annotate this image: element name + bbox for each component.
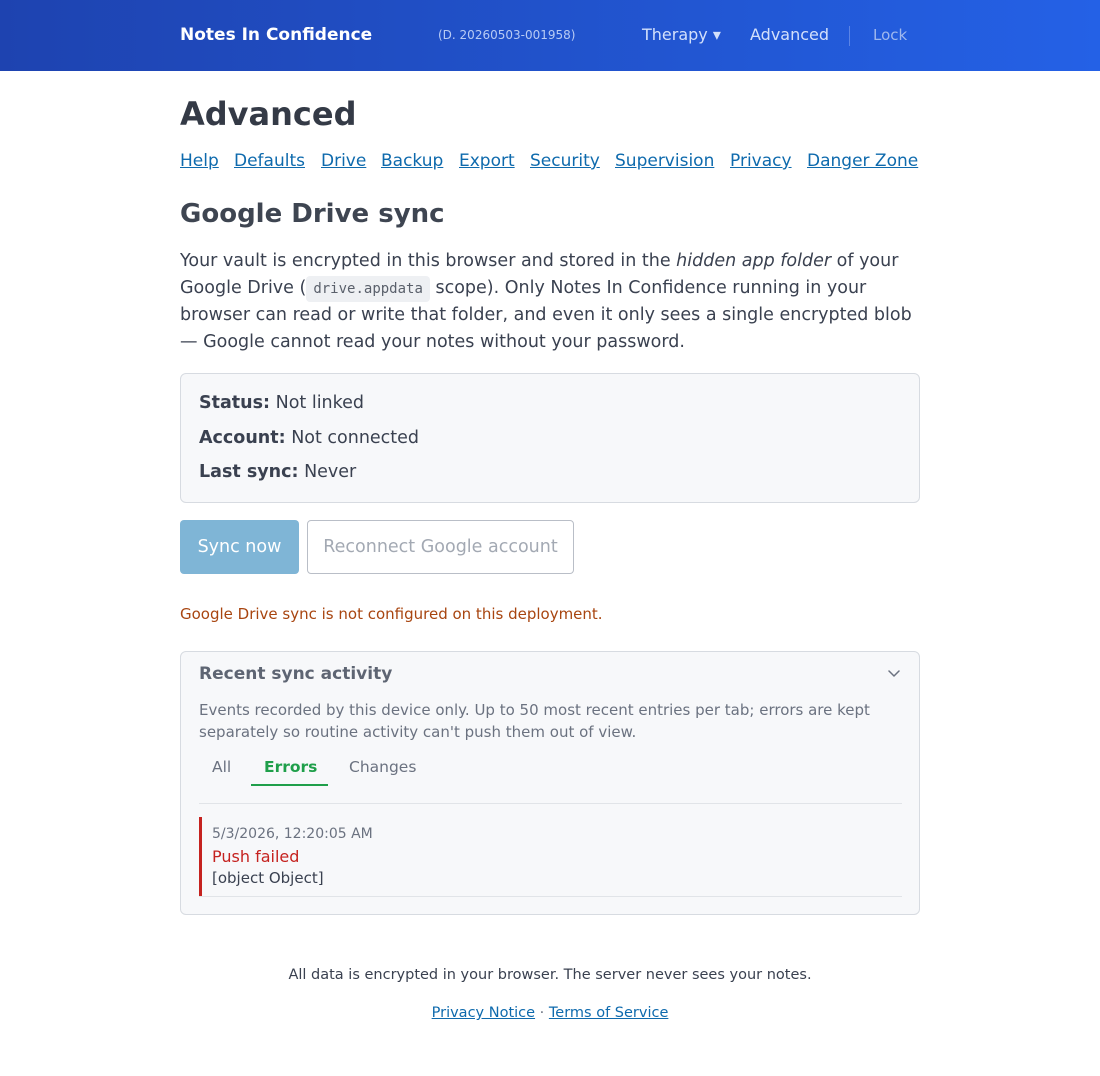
footer-separator: · [539, 1005, 545, 1021]
sync-now-button[interactable]: Sync now [180, 520, 299, 574]
activity-entry: 5/3/2026, 12:20:05 AM Push failed [objec… [199, 817, 902, 897]
reconnect-google-button[interactable]: Reconnect Google account [307, 520, 574, 574]
intro-emphasis: hidden app folder [676, 251, 832, 271]
last-sync-label: Last sync: [199, 462, 299, 482]
subnav-link-help[interactable]: Help [180, 151, 219, 171]
account-value: Not connected [291, 428, 420, 448]
chevron-down-icon[interactable] [887, 666, 901, 680]
intro-line-1: Your vault is encrypted in this browser … [180, 251, 899, 271]
error-indicator-bar [199, 817, 202, 896]
scope-code: drive.appdata [306, 276, 430, 302]
sync-status-panel: Status: Not linked Account: Not connecte… [180, 373, 920, 503]
subnav-link-defaults[interactable]: Defaults [234, 151, 305, 171]
last-sync-row: Last sync: Never [199, 462, 356, 482]
tabs-divider [199, 803, 902, 804]
recent-sync-activity-panel: Recent sync activity Events recorded by … [180, 651, 920, 915]
subnav-link-backup[interactable]: Backup [381, 151, 443, 171]
last-sync-value: Never [304, 462, 357, 482]
privacy-notice-link[interactable]: Privacy Notice [432, 1005, 535, 1021]
footer-links: Privacy Notice · Terms of Service [0, 1005, 1100, 1021]
page-title: Advanced [180, 95, 357, 133]
terms-of-service-link[interactable]: Terms of Service [549, 1005, 668, 1021]
drive-intro-text: Your vault is encrypted in this browser … [180, 248, 920, 356]
account-label: Account: [199, 428, 286, 448]
tab-errors[interactable]: Errors [264, 758, 317, 776]
brand-name[interactable]: Notes In Confidence [180, 25, 372, 45]
intro-line-2: Google Drive (drive.appdata scope). Only… [180, 275, 920, 302]
lock-button[interactable]: Lock [873, 26, 907, 44]
section-title-drive-sync: Google Drive sync [180, 199, 445, 229]
intro-line-4: — Google cannot read your notes without … [180, 332, 685, 352]
entry-timestamp: 5/3/2026, 12:20:05 AM [212, 826, 373, 842]
subnav-link-export[interactable]: Export [459, 151, 515, 171]
footer-encryption-notice: All data is encrypted in your browser. T… [288, 967, 812, 983]
activity-panel-title[interactable]: Recent sync activity [199, 664, 392, 684]
status-value: Not linked [275, 393, 365, 413]
subnav-link-security[interactable]: Security [530, 151, 600, 171]
subnav-link-privacy[interactable]: Privacy [730, 151, 792, 171]
subnav-link-drive[interactable]: Drive [321, 151, 366, 171]
sync-not-configured-warning: Google Drive sync is not configured on t… [180, 605, 603, 623]
account-row: Account: Not connected [199, 428, 419, 448]
subnav-link-supervision[interactable]: Supervision [615, 151, 714, 171]
intro-line-3: browser can read or write that folder, a… [180, 305, 912, 325]
active-tab-indicator [251, 784, 328, 786]
subnav-link-danger-zone[interactable]: Danger Zone [807, 151, 918, 171]
status-row: Status: Not linked [199, 393, 364, 413]
tab-all[interactable]: All [212, 758, 231, 776]
tab-changes[interactable]: Changes [349, 758, 416, 776]
entry-divider [199, 896, 902, 897]
top-navigation-bar: Notes In Confidence (D. 20260503-001958)… [0, 0, 1100, 71]
nav-therapy-menu[interactable]: Therapy ▾ [642, 25, 721, 44]
build-version: (D. 20260503-001958) [438, 28, 576, 42]
entry-detail: [object Object] [212, 869, 324, 887]
activity-description: Events recorded by this device only. Up … [199, 701, 870, 741]
nav-advanced[interactable]: Advanced [750, 25, 829, 44]
nav-divider [849, 26, 850, 46]
entry-title: Push failed [212, 847, 300, 866]
status-label: Status: [199, 393, 271, 413]
